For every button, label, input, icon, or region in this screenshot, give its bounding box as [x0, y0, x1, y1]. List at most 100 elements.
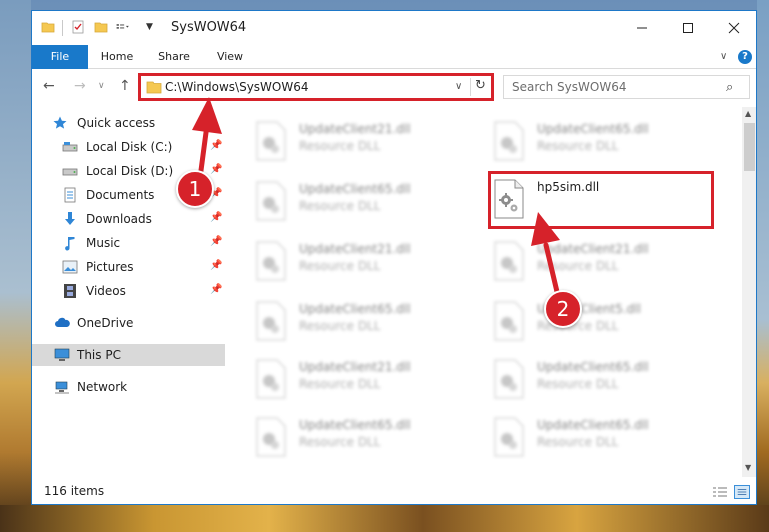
file-type: Resource DLL	[537, 377, 619, 391]
documents-icon	[64, 187, 76, 203]
file-name: UpdateClient65.dll	[299, 418, 411, 432]
window-title: SysWOW64	[171, 20, 247, 35]
tiles-view-icon[interactable]	[734, 485, 750, 499]
file-explorer-window: ▼ SysWOW64 File Home Share View ∨ ? ← → …	[31, 10, 757, 505]
file-name: UpdateClient21.dll	[299, 122, 411, 136]
file-type: Resource DLL	[299, 435, 381, 449]
forward-arrow-icon[interactable]: →	[74, 78, 86, 94]
network-icon	[55, 381, 69, 394]
film-icon	[64, 284, 76, 298]
file-item[interactable]: UpdateClient21.dll Resource DLL	[255, 359, 485, 403]
pin-icon[interactable]: 📌	[210, 236, 222, 247]
pin-icon[interactable]: 📌	[210, 140, 222, 151]
file-highlight-box	[488, 171, 714, 229]
file-type: Resource DLL	[537, 259, 619, 273]
maximize-button[interactable]	[665, 11, 711, 45]
sidebar-item-local-disk-c[interactable]: Local Disk (C:) 📌	[32, 136, 225, 158]
tab-share[interactable]: Share	[150, 45, 198, 69]
ribbon-tabs: File Home Share View ∨ ?	[32, 45, 756, 69]
file-item[interactable]: UpdateClient5.dll Resource DLL	[493, 301, 723, 345]
file-item[interactable]: UpdateClient21.dll Resource DLL	[493, 241, 723, 285]
folder-icon[interactable]	[41, 20, 55, 34]
sidebar-item-label: Local Disk (C:)	[86, 140, 173, 154]
search-input[interactable]	[512, 79, 722, 95]
file-name: UpdateClient21.dll	[299, 242, 411, 256]
close-button[interactable]	[711, 11, 756, 45]
dll-file-icon	[494, 417, 524, 457]
dll-file-icon	[256, 181, 286, 221]
file-type: Resource DLL	[299, 259, 381, 273]
sidebar-item-label: Network	[77, 380, 128, 394]
sidebar-item-label: Documents	[86, 188, 155, 202]
sidebar-item-label: Quick access	[77, 116, 156, 130]
file-name: UpdateClient21.dll	[537, 242, 649, 256]
sidebar-item-label: This PC	[77, 348, 121, 362]
navigation-bar: ← → ∨ ↑ C:\Windows\SysWOW64 ∨ ↻ ⌕	[32, 70, 756, 104]
sidebar-item-label: OneDrive	[77, 316, 134, 330]
sidebar-item-music[interactable]: Music 📌	[32, 232, 225, 254]
tab-home[interactable]: Home	[92, 45, 142, 69]
item-count: 116 items	[44, 484, 105, 498]
pin-icon[interactable]: 📌	[210, 260, 222, 271]
file-type: Resource DLL	[299, 377, 381, 391]
desktop-background-bottom	[0, 505, 769, 532]
star-icon	[53, 116, 67, 129]
sidebar-item-label: Downloads	[86, 212, 152, 226]
pin-icon[interactable]: 📌	[210, 164, 222, 175]
up-arrow-icon[interactable]: ↑	[119, 78, 131, 94]
search-icon[interactable]: ⌕	[726, 80, 733, 95]
pin-icon[interactable]: 📌	[210, 284, 222, 295]
file-item[interactable]: UpdateClient65.dll Resource DLL	[255, 181, 485, 225]
file-name: UpdateClient65.dll	[537, 418, 649, 432]
pin-icon[interactable]: 📌	[210, 212, 222, 223]
file-name: UpdateClient65.dll	[299, 302, 411, 316]
address-bar-highlight-box	[138, 73, 494, 101]
file-type: Resource DLL	[537, 139, 619, 153]
file-item[interactable]: UpdateClient21.dll Resource DLL	[255, 121, 485, 165]
desktop-background-left	[0, 0, 31, 532]
sidebar-item-pictures[interactable]: Pictures 📌	[32, 256, 225, 278]
file-item[interactable]: UpdateClient65.dll Resource DLL	[493, 121, 723, 165]
properties-check-icon[interactable]	[71, 20, 85, 34]
dll-file-icon	[494, 301, 524, 341]
dll-file-icon	[494, 359, 524, 399]
scroll-down-arrow-icon[interactable]: ▼	[745, 463, 751, 472]
back-arrow-icon[interactable]: ←	[43, 78, 55, 94]
scroll-thumb[interactable]	[744, 123, 755, 171]
file-name: UpdateClient65.dll	[537, 360, 649, 374]
details-view-icon[interactable]	[712, 485, 728, 499]
title-bar: ▼ SysWOW64	[32, 11, 756, 45]
file-item[interactable]: UpdateClient65.dll Resource DLL	[493, 359, 723, 403]
file-type: Resource DLL	[299, 319, 381, 333]
file-item[interactable]: UpdateClient65.dll Resource DLL	[493, 417, 723, 461]
tab-file[interactable]: File	[32, 45, 88, 69]
sidebar-item-quick-access[interactable]: Quick access	[32, 112, 225, 134]
sidebar-item-label: Local Disk (D:)	[86, 164, 174, 178]
file-item[interactable]: UpdateClient65.dll Resource DLL	[255, 417, 485, 461]
dll-file-icon	[256, 241, 286, 281]
scroll-up-arrow-icon[interactable]: ▲	[745, 109, 751, 118]
music-note-icon	[65, 237, 75, 251]
file-list-view: UpdateClient21.dll Resource DLL UpdateCl…	[225, 107, 742, 477]
pictures-icon	[62, 260, 78, 274]
download-arrow-icon	[65, 212, 75, 225]
sidebar-item-onedrive[interactable]: OneDrive	[32, 312, 225, 334]
sidebar-item-label: Videos	[86, 284, 126, 298]
quick-access-dropdown-icon[interactable]: ▼	[146, 22, 153, 32]
tab-view[interactable]: View	[207, 45, 253, 69]
file-item[interactable]: UpdateClient21.dll Resource DLL	[255, 241, 485, 285]
sidebar-item-network[interactable]: Network	[32, 376, 225, 398]
search-box[interactable]: ⌕	[503, 75, 750, 99]
sidebar-item-videos[interactable]: Videos 📌	[32, 280, 225, 302]
file-item[interactable]: UpdateClient65.dll Resource DLL	[255, 301, 485, 345]
vertical-scrollbar[interactable]: ▲ ▼	[742, 107, 756, 477]
expand-ribbon-chevron-icon[interactable]: ∨	[720, 51, 727, 62]
new-folder-icon[interactable]	[94, 20, 108, 34]
sidebar-item-downloads[interactable]: Downloads 📌	[32, 208, 225, 230]
customize-toolbar-icon[interactable]	[116, 20, 130, 34]
help-icon[interactable]: ?	[738, 50, 752, 64]
navigation-pane: Quick access Local Disk (C:) 📌 Local Dis…	[32, 107, 225, 477]
sidebar-item-this-pc[interactable]: This PC	[32, 344, 225, 366]
minimize-button[interactable]	[619, 11, 665, 45]
recent-locations-chevron-icon[interactable]: ∨	[98, 81, 105, 91]
